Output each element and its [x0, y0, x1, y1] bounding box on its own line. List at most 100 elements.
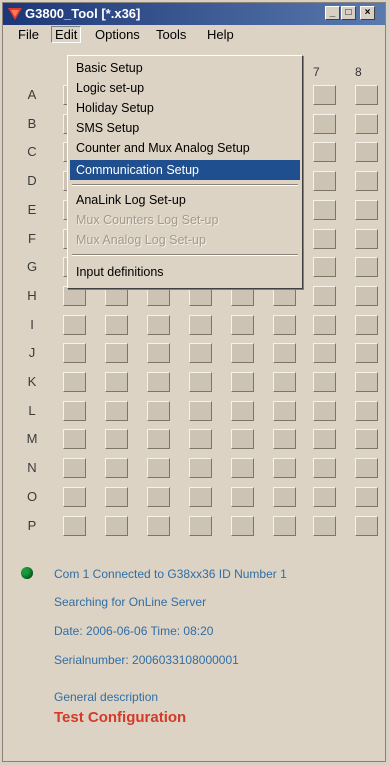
- io-cell-o8[interactable]: [355, 487, 378, 507]
- io-cell-i3[interactable]: [147, 315, 170, 335]
- io-cell-b7[interactable]: [313, 114, 336, 134]
- io-cell-i7[interactable]: [313, 315, 336, 335]
- io-cell-h5[interactable]: [231, 286, 254, 306]
- menu-tools[interactable]: Tools: [153, 27, 189, 42]
- io-cell-k2[interactable]: [105, 372, 128, 392]
- io-cell-h1[interactable]: [63, 286, 86, 306]
- io-cell-e7[interactable]: [313, 200, 336, 220]
- io-cell-m8[interactable]: [355, 429, 378, 449]
- io-cell-h2[interactable]: [105, 286, 128, 306]
- menu-item-analink-log-setup[interactable]: AnaLink Log Set-up: [70, 190, 300, 210]
- io-cell-n2[interactable]: [105, 458, 128, 478]
- menu-options[interactable]: Options: [92, 27, 143, 42]
- io-cell-m7[interactable]: [313, 429, 336, 449]
- io-cell-o3[interactable]: [147, 487, 170, 507]
- menu-item-basic-setup[interactable]: Basic Setup: [70, 58, 300, 78]
- io-cell-i8[interactable]: [355, 315, 378, 335]
- io-cell-m4[interactable]: [189, 429, 212, 449]
- io-cell-l7[interactable]: [313, 401, 336, 421]
- menu-item-holiday-setup[interactable]: Holiday Setup: [70, 98, 300, 118]
- io-cell-j1[interactable]: [63, 343, 86, 363]
- io-cell-p2[interactable]: [105, 516, 128, 536]
- io-cell-i4[interactable]: [189, 315, 212, 335]
- menu-help[interactable]: Help: [204, 27, 237, 42]
- io-cell-i2[interactable]: [105, 315, 128, 335]
- menu-edit[interactable]: Edit: [51, 26, 82, 43]
- close-button[interactable]: ×: [360, 6, 375, 20]
- io-cell-i6[interactable]: [273, 315, 296, 335]
- io-cell-h6[interactable]: [273, 286, 296, 306]
- io-cell-d7[interactable]: [313, 171, 336, 191]
- io-cell-i1[interactable]: [63, 315, 86, 335]
- io-cell-j6[interactable]: [273, 343, 296, 363]
- io-cell-n7[interactable]: [313, 458, 336, 478]
- io-cell-p6[interactable]: [273, 516, 296, 536]
- io-cell-p8[interactable]: [355, 516, 378, 536]
- io-cell-n1[interactable]: [63, 458, 86, 478]
- io-cell-e8[interactable]: [355, 200, 378, 220]
- io-cell-p4[interactable]: [189, 516, 212, 536]
- io-cell-l1[interactable]: [63, 401, 86, 421]
- io-cell-g8[interactable]: [355, 257, 378, 277]
- minimize-button[interactable]: _: [325, 6, 340, 20]
- io-cell-f8[interactable]: [355, 229, 378, 249]
- io-cell-a7[interactable]: [313, 85, 336, 105]
- io-cell-n6[interactable]: [273, 458, 296, 478]
- io-cell-p5[interactable]: [231, 516, 254, 536]
- menu-item-counter-mux-analog-setup[interactable]: Counter and Mux Analog Setup: [70, 138, 300, 158]
- io-cell-j2[interactable]: [105, 343, 128, 363]
- io-cell-m6[interactable]: [273, 429, 296, 449]
- io-cell-k7[interactable]: [313, 372, 336, 392]
- io-cell-c7[interactable]: [313, 142, 336, 162]
- io-cell-l8[interactable]: [355, 401, 378, 421]
- io-cell-a8[interactable]: [355, 85, 378, 105]
- io-cell-h8[interactable]: [355, 286, 378, 306]
- io-cell-k1[interactable]: [63, 372, 86, 392]
- io-cell-j4[interactable]: [189, 343, 212, 363]
- io-cell-m1[interactable]: [63, 429, 86, 449]
- io-cell-o1[interactable]: [63, 487, 86, 507]
- menu-item-communication-setup[interactable]: Communication Setup: [70, 160, 300, 180]
- io-cell-m2[interactable]: [105, 429, 128, 449]
- io-cell-p3[interactable]: [147, 516, 170, 536]
- io-cell-l3[interactable]: [147, 401, 170, 421]
- io-cell-p1[interactable]: [63, 516, 86, 536]
- io-cell-h4[interactable]: [189, 286, 212, 306]
- maximize-button[interactable]: □: [341, 6, 356, 20]
- io-cell-m5[interactable]: [231, 429, 254, 449]
- io-cell-g7[interactable]: [313, 257, 336, 277]
- io-cell-k4[interactable]: [189, 372, 212, 392]
- io-cell-n5[interactable]: [231, 458, 254, 478]
- io-cell-o7[interactable]: [313, 487, 336, 507]
- io-cell-o6[interactable]: [273, 487, 296, 507]
- menu-file[interactable]: File: [15, 27, 42, 42]
- io-cell-n8[interactable]: [355, 458, 378, 478]
- io-cell-p7[interactable]: [313, 516, 336, 536]
- io-cell-j5[interactable]: [231, 343, 254, 363]
- io-cell-o2[interactable]: [105, 487, 128, 507]
- menu-item-input-definitions[interactable]: Input definitions: [70, 262, 300, 282]
- io-cell-i5[interactable]: [231, 315, 254, 335]
- io-cell-l4[interactable]: [189, 401, 212, 421]
- io-cell-n3[interactable]: [147, 458, 170, 478]
- io-cell-f7[interactable]: [313, 229, 336, 249]
- menu-item-sms-setup[interactable]: SMS Setup: [70, 118, 300, 138]
- io-cell-o4[interactable]: [189, 487, 212, 507]
- io-cell-h3[interactable]: [147, 286, 170, 306]
- io-cell-c8[interactable]: [355, 142, 378, 162]
- io-cell-k5[interactable]: [231, 372, 254, 392]
- io-cell-h7[interactable]: [313, 286, 336, 306]
- io-cell-o5[interactable]: [231, 487, 254, 507]
- menu-item-logic-setup[interactable]: Logic set-up: [70, 78, 300, 98]
- io-cell-d8[interactable]: [355, 171, 378, 191]
- io-cell-k6[interactable]: [273, 372, 296, 392]
- io-cell-b8[interactable]: [355, 114, 378, 134]
- io-cell-l5[interactable]: [231, 401, 254, 421]
- io-cell-j3[interactable]: [147, 343, 170, 363]
- title-bar[interactable]: G3800_Tool [*.x36] _ □ ×: [3, 3, 385, 25]
- io-cell-j8[interactable]: [355, 343, 378, 363]
- io-cell-m3[interactable]: [147, 429, 170, 449]
- io-cell-l2[interactable]: [105, 401, 128, 421]
- io-cell-n4[interactable]: [189, 458, 212, 478]
- io-cell-j7[interactable]: [313, 343, 336, 363]
